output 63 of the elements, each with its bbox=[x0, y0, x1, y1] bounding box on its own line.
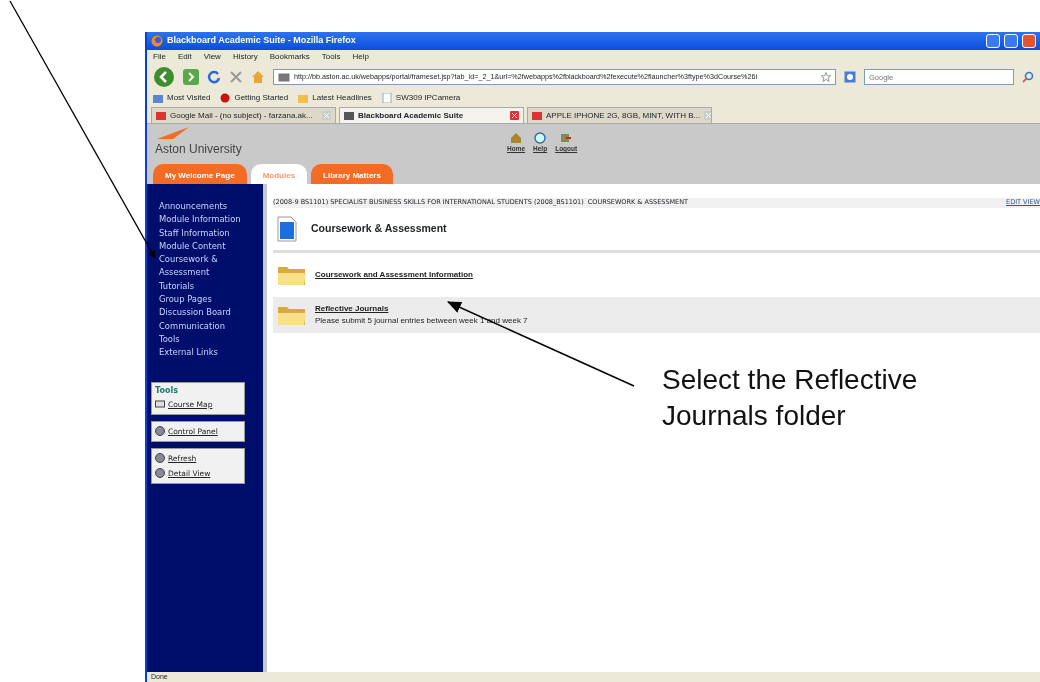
browser-tab[interactable]: Blackboard Academic Suite bbox=[339, 107, 524, 123]
folder-row[interactable]: Coursework and Assessment Information bbox=[273, 258, 1040, 292]
sidebar-item[interactable]: Module Information bbox=[159, 213, 259, 227]
menu-item[interactable]: View bbox=[203, 51, 221, 63]
bookmark[interactable]: Most Visited bbox=[153, 92, 211, 104]
sidebar-item[interactable]: Announcements bbox=[159, 200, 259, 214]
home-icon bbox=[510, 132, 523, 144]
browser-logo-icon bbox=[151, 35, 163, 47]
folder-icon bbox=[277, 264, 307, 286]
tab-favicon-icon bbox=[344, 111, 354, 120]
page-icon bbox=[381, 93, 392, 103]
sidebar-item[interactable]: Module Content bbox=[159, 239, 259, 254]
search-icon[interactable] bbox=[1022, 71, 1034, 83]
folder-link[interactable]: Coursework and Assessment Information bbox=[315, 269, 473, 281]
page-title: Coursework & Assessment bbox=[311, 221, 447, 237]
tab-favicon-icon bbox=[156, 111, 166, 120]
menu-item[interactable]: Help bbox=[352, 51, 369, 63]
search-engine-icon[interactable] bbox=[844, 71, 856, 83]
sidebar-item[interactable]: Group Pages bbox=[159, 293, 259, 307]
stop-icon[interactable] bbox=[229, 70, 243, 84]
round-icon bbox=[155, 453, 165, 464]
menu-item[interactable]: File bbox=[153, 51, 166, 63]
tab-favicon-icon bbox=[532, 111, 542, 120]
menu-item[interactable]: Tools bbox=[321, 51, 341, 63]
panel-title: Tools bbox=[155, 384, 179, 397]
menu-item[interactable]: Bookmarks bbox=[269, 51, 310, 63]
site-icon bbox=[278, 72, 290, 82]
browser-tab[interactable]: Google Mail - (no subject) - farzana.ak... bbox=[151, 107, 336, 123]
round-icon bbox=[155, 426, 165, 437]
annotation-text: Select the Reflective Journals folder bbox=[662, 363, 919, 433]
star-icon[interactable] bbox=[821, 72, 831, 82]
back-button[interactable] bbox=[153, 66, 175, 88]
site-logo[interactable]: Aston University bbox=[155, 140, 242, 158]
folder-icon bbox=[298, 93, 309, 103]
sidebar-item[interactable]: Tutorials bbox=[159, 279, 259, 294]
document-icon bbox=[277, 216, 297, 242]
minimize-button[interactable] bbox=[986, 34, 1000, 48]
menu-item[interactable]: History bbox=[232, 51, 258, 63]
folder-icon bbox=[277, 304, 307, 326]
sidebar-item[interactable]: External Links bbox=[159, 346, 259, 360]
bookmark[interactable]: SW309 IPCamera bbox=[381, 92, 461, 104]
round-icon bbox=[155, 468, 165, 479]
logout-icon bbox=[560, 132, 573, 144]
book-icon bbox=[155, 399, 165, 410]
bookmark[interactable]: Latest Headlines bbox=[298, 92, 372, 104]
close-icon[interactable] bbox=[510, 111, 519, 120]
window-title: Blackboard Academic Suite - Mozilla Firefox bbox=[167, 34, 357, 48]
forward-button[interactable] bbox=[183, 69, 199, 85]
help-icon bbox=[534, 132, 547, 144]
sidebar-item[interactable]: Staff Information bbox=[159, 226, 259, 240]
feed-icon bbox=[220, 93, 231, 103]
reload-icon[interactable] bbox=[207, 70, 221, 84]
sidebar-item[interactable]: Discussion Board bbox=[159, 306, 259, 320]
folder-link[interactable]: Reflective Journals bbox=[315, 303, 528, 315]
close-button[interactable] bbox=[1022, 34, 1036, 48]
menu-item[interactable]: Edit bbox=[177, 51, 192, 63]
sidebar-item[interactable]: Communication bbox=[159, 319, 259, 333]
sidebar-item[interactable]: Tools bbox=[159, 332, 259, 347]
browser-tab[interactable]: APPLE IPHONE 2G, 8GB, MINT, WITH B... bbox=[527, 107, 712, 123]
sidebar-item[interactable]: Coursework & Assessment bbox=[159, 253, 259, 280]
bookmark[interactable]: Getting Started bbox=[220, 92, 289, 104]
bookmarks-icon bbox=[153, 93, 163, 103]
maximize-button[interactable] bbox=[1004, 34, 1018, 48]
